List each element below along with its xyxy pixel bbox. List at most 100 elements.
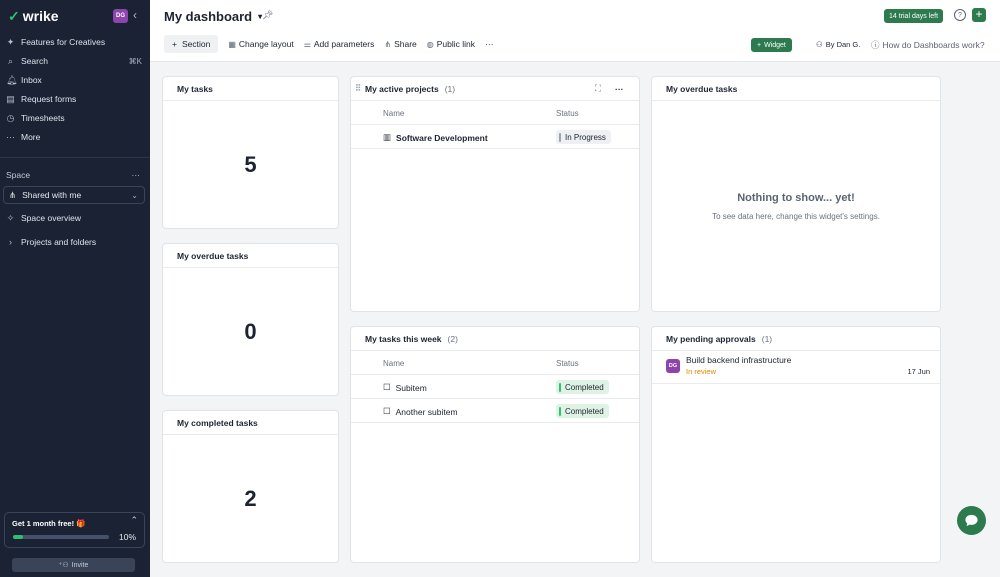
share-button[interactable]: ⋔ Share: [384, 39, 416, 49]
more-icon: ···: [6, 132, 15, 142]
add-user-icon: ⁺⚇: [58, 562, 69, 569]
task-name-text: Subitem: [395, 382, 427, 393]
table-row[interactable]: ▥ Software Development In Progress: [351, 125, 639, 149]
task-name-text: Another subitem: [395, 406, 458, 417]
shortcut-hint: ⌘K: [128, 56, 142, 66]
dashboards-help-link[interactable]: ⓘ How do Dashboards work?: [871, 39, 985, 51]
add-parameters-label: Add parameters: [313, 39, 375, 49]
widget-title-text: My pending approvals: [666, 333, 756, 344]
sidebar-item-request-forms[interactable]: ▤ Request forms: [6, 91, 142, 107]
promo-title: Get 1 month free! 🎁: [12, 519, 86, 528]
sidebar-item-projects-folders[interactable]: › Projects and folders: [6, 234, 142, 250]
project-name-text: Software Development: [396, 132, 488, 143]
sidebar-item-more[interactable]: ··· More: [6, 129, 142, 145]
widget-tasks-this-week: My tasks this week (2) Name Status ☐ Sub…: [350, 326, 640, 563]
search-icon: ⌕: [7, 55, 14, 66]
avatar: DG: [666, 359, 680, 373]
plus-icon: +: [172, 39, 177, 49]
invite-button[interactable]: ⁺⚇ Invite: [12, 558, 135, 572]
add-parameters-button[interactable]: ⚌ Add parameters: [304, 39, 375, 49]
sliders-icon: ⚌: [303, 39, 311, 49]
column-status[interactable]: Status: [556, 359, 579, 368]
chevron-up-icon[interactable]: ⌃: [130, 515, 138, 526]
table-header: Name Status: [351, 101, 639, 125]
clock-icon: ◷: [6, 112, 15, 123]
task-name[interactable]: ☐ Subitem: [383, 382, 427, 393]
status-badge[interactable]: Completed: [556, 404, 609, 418]
project-name[interactable]: ▥ Software Development: [383, 132, 488, 143]
chat-button[interactable]: [957, 506, 986, 535]
table-row[interactable]: ☐ Another subitem Completed: [351, 399, 639, 423]
pin-icon[interactable]: 📌︎: [262, 10, 273, 21]
widget-overdue-tasks: My overdue tasks Nothing to show... yet!…: [651, 76, 941, 312]
logo-check-icon: ✓: [8, 8, 20, 24]
add-widget-button[interactable]: + Widget: [751, 38, 792, 52]
approval-status: In review: [686, 367, 717, 376]
widget-count: (1): [444, 83, 456, 94]
sidebar-item-features[interactable]: ✦ Features for Creatives: [6, 34, 142, 50]
space-label: Space: [6, 170, 31, 180]
divider: [652, 383, 940, 384]
page-title[interactable]: My dashboard ▾: [164, 9, 262, 24]
expand-icon[interactable]: ⛶: [595, 83, 601, 94]
status-badge[interactable]: In Progress: [556, 130, 611, 144]
logo-text: wrike: [22, 8, 59, 24]
sidebar-item-space-overview[interactable]: ✧ Space overview: [6, 210, 142, 226]
status-bar: [559, 382, 561, 392]
invite-label: Invite: [71, 561, 89, 569]
promo-progress-text: 10%: [118, 532, 136, 542]
chevron-down-icon: ⌄: [131, 190, 138, 200]
drag-handle-icon[interactable]: ⠿: [355, 83, 361, 94]
add-button[interactable]: +: [972, 8, 986, 22]
approval-title[interactable]: Build backend infrastructure: [686, 355, 791, 365]
change-layout-button[interactable]: ▦ Change layout: [228, 39, 293, 49]
wrike-logo[interactable]: ✓ wrike: [8, 8, 59, 24]
chat-icon: [965, 514, 978, 527]
column-name[interactable]: Name: [383, 109, 404, 118]
task-icon: ☐: [383, 382, 391, 392]
promo-card[interactable]: Get 1 month free! 🎁 ⌃ 10%: [4, 512, 145, 548]
widget-my-overdue-count: My overdue tasks 0: [162, 243, 339, 396]
help-icon[interactable]: ?: [954, 9, 966, 21]
sidebar-item-inbox[interactable]: 🔔︎ Inbox: [6, 72, 142, 88]
project-icon: ▥: [383, 132, 392, 142]
approval-item[interactable]: DG Build backend infrastructure In revie…: [666, 355, 932, 379]
sidebar-item-label: Request forms: [21, 94, 77, 104]
add-section-button[interactable]: + Section: [164, 35, 219, 53]
overdue-count[interactable]: 0: [163, 268, 338, 395]
collapse-sidebar-icon[interactable]: ‹: [133, 8, 137, 22]
trial-badge[interactable]: 14 trial days left: [884, 9, 944, 23]
space-select[interactable]: ⋔ Shared with me ⌄: [3, 186, 145, 204]
overview-icon: ✧: [6, 212, 15, 223]
owner-name: By Dan G.: [825, 40, 861, 49]
public-link-button[interactable]: ◍ Public link: [427, 39, 475, 49]
widget-title-text: My tasks: [177, 83, 213, 94]
column-status[interactable]: Status: [556, 109, 579, 118]
widget-title-text: My overdue tasks: [177, 250, 249, 261]
space-more-icon[interactable]: ···: [132, 170, 141, 180]
widget-my-completed: My completed tasks 2: [162, 410, 339, 563]
sidebar-item-label: Timesheets: [21, 113, 65, 123]
space-header: Space ···: [6, 170, 140, 180]
sidebar-item-timesheets[interactable]: ◷ Timesheets: [6, 110, 142, 126]
column-name[interactable]: Name: [383, 359, 404, 368]
widget-more-icon[interactable]: ···: [615, 84, 624, 94]
more-options-button[interactable]: ···: [485, 39, 494, 49]
my-tasks-count[interactable]: 5: [163, 101, 338, 228]
user-icon: ⚇: [816, 40, 823, 49]
task-icon: ☐: [383, 406, 391, 416]
sidebar-item-label: Features for Creatives: [21, 37, 106, 47]
owner-byline[interactable]: ⚇ By Dan G.: [816, 40, 860, 49]
table-row[interactable]: ☐ Subitem Completed: [351, 375, 639, 399]
task-name[interactable]: ☐ Another subitem: [383, 406, 458, 417]
share-icon: ⋔: [384, 39, 392, 49]
avatar[interactable]: DG: [113, 9, 128, 23]
widget-active-projects: ⠿ My active projects (1) ⛶ ··· Name Stat…: [350, 76, 640, 312]
sidebar-item-search[interactable]: ⌕ Search ⌘K: [6, 53, 142, 69]
status-badge[interactable]: Completed: [556, 380, 609, 394]
widget-title: My overdue tasks: [163, 244, 338, 268]
widget-title-text: My tasks this week: [365, 333, 442, 344]
sidebar-item-label: Inbox: [21, 75, 42, 85]
completed-count[interactable]: 2: [163, 435, 338, 562]
sidebar-item-label: Projects and folders: [21, 237, 97, 247]
